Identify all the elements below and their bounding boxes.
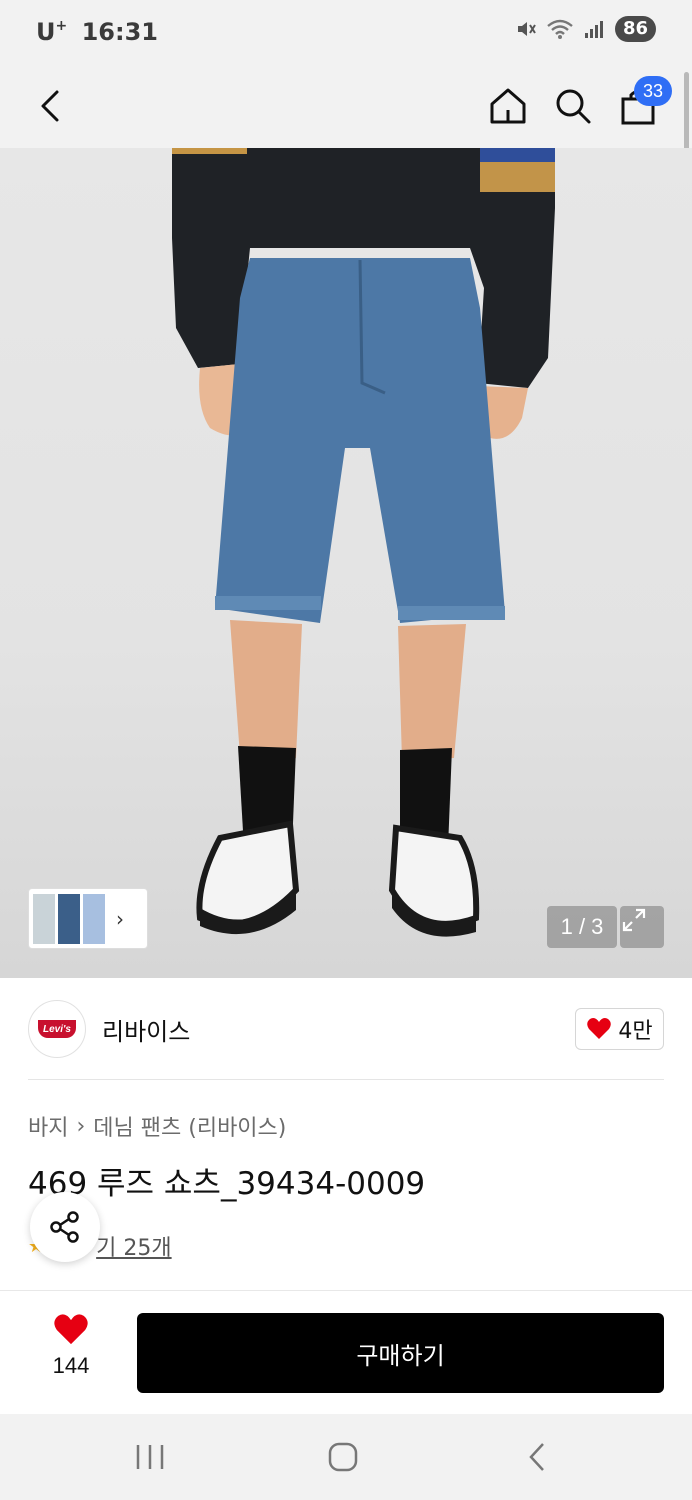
thumbnail-strip[interactable]: › xyxy=(28,888,148,949)
heart-icon xyxy=(54,1314,88,1345)
home-button[interactable] xyxy=(480,78,536,134)
chevron-right-icon: › xyxy=(76,1113,86,1139)
brand-logo[interactable]: Levi's xyxy=(28,1000,86,1058)
signal-icon xyxy=(584,21,603,38)
share-icon xyxy=(50,1211,79,1243)
thumbnail-image[interactable] xyxy=(83,893,105,944)
heart-icon xyxy=(587,1018,612,1039)
levis-logo: Levi's xyxy=(38,1020,76,1038)
app-header xyxy=(0,64,692,148)
system-back-button[interactable] xyxy=(507,1434,567,1480)
expand-icon xyxy=(622,908,646,932)
thumbnail-image[interactable] xyxy=(33,893,55,944)
breadcrumb-item-pants[interactable]: 바지 xyxy=(28,1110,68,1142)
breadcrumb-item-denim[interactable]: 데님 팬츠 (리바이스) xyxy=(93,1110,286,1142)
brand-like-count: 4만 xyxy=(618,1019,653,1044)
recents-button[interactable] xyxy=(120,1434,180,1480)
carrier-label: U+ 16:31 xyxy=(36,18,158,46)
system-home-button[interactable] xyxy=(313,1434,373,1480)
status-bar: U+ 16:31 86 xyxy=(0,0,692,64)
brand-name[interactable]: 리바이스 xyxy=(102,1012,190,1047)
battery-indicator: 86 xyxy=(614,16,656,42)
search-button[interactable] xyxy=(545,78,601,134)
home-circle-icon xyxy=(328,1442,358,1472)
expand-image-button[interactable] xyxy=(620,906,664,948)
system-nav-bar xyxy=(0,1414,692,1500)
divider xyxy=(28,1079,664,1080)
product-image-gallery[interactable]: › 1 / 3 xyxy=(0,148,692,978)
thumbnail-image[interactable] xyxy=(58,893,80,944)
clock: 16:31 xyxy=(81,18,158,46)
product-photo xyxy=(172,148,555,937)
brand-like-button[interactable]: 4만 xyxy=(575,1008,664,1050)
home-icon xyxy=(490,88,526,124)
scrollbar[interactable] xyxy=(684,72,689,154)
back-chevron-icon xyxy=(529,1443,544,1471)
brand-row[interactable]: Levi's 리바이스 4만 xyxy=(28,998,664,1060)
product-title: 469 루즈 쇼츠_39434-0009 xyxy=(28,1166,426,1202)
mute-icon xyxy=(517,22,536,36)
chevron-right-icon: › xyxy=(116,906,124,931)
back-arrow-icon xyxy=(41,90,59,122)
wifi-icon xyxy=(547,19,573,39)
wishlist-button[interactable]: 144 xyxy=(30,1313,112,1393)
buy-button[interactable]: 구매하기 xyxy=(137,1313,664,1393)
review-count[interactable]: 기 25개 xyxy=(96,1230,171,1262)
back-button[interactable] xyxy=(22,78,78,134)
share-button[interactable] xyxy=(30,1192,100,1262)
cart-count-badge: 33 xyxy=(634,76,672,106)
purchase-bar: 144 구매하기 xyxy=(0,1290,692,1414)
recents-icon xyxy=(136,1445,164,1469)
wishlist-count: 144 xyxy=(52,1353,90,1378)
breadcrumb: 바지 › 데님 팬츠 (리바이스) xyxy=(28,1110,286,1142)
search-icon xyxy=(556,89,591,124)
image-page-indicator: 1 / 3 xyxy=(547,906,617,948)
